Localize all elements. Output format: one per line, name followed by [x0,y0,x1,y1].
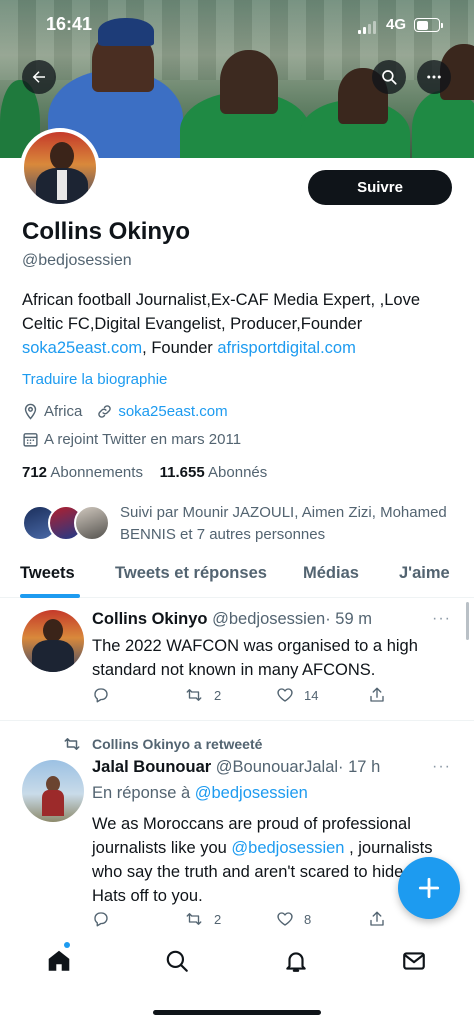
heart-icon [277,912,293,926]
tweet[interactable]: Collins Okinyo @bedjosessien· 59 m ··· T… [0,598,474,720]
retweet-button[interactable]: 2 [184,910,221,928]
tweet-author[interactable]: Collins Okinyo [92,610,208,628]
ellipsis-icon [427,75,441,79]
profile-location: Africa [44,403,83,420]
reply-prefix: En réponse à [92,784,195,802]
reply-button[interactable] [92,686,120,704]
search-icon [166,950,188,972]
followers-link[interactable]: 11.655 Abonnés [160,464,268,481]
status-bar: 16:41 4G [0,14,474,40]
share-icon [370,911,384,926]
search-button[interactable] [372,60,406,94]
nav-home[interactable] [44,946,74,976]
bio-text: , Founder [142,339,218,357]
retweet-count: 2 [214,687,222,703]
following-label: Abonnements [50,464,143,481]
retweet-icon [186,913,202,925]
reply-button[interactable] [92,910,120,928]
profile-meta-row: Africa soka25east.com [22,403,228,420]
profile-website[interactable]: soka25east.com [118,403,227,420]
followed-by-text: Suivi par Mounir JAZOULI, Aimen Zizi, Mo… [120,504,447,543]
mail-icon [403,952,425,970]
tweet-header: Jalal Bounouar @BounouarJalal· 17 h [92,758,380,777]
network-type: 4G [386,16,407,33]
home-icon [48,950,70,971]
tweet-actions: 2 8 [92,910,392,932]
profile-avatar[interactable] [20,128,100,208]
banner-person [412,90,474,158]
tweet-mention[interactable]: @bedjosessien [231,839,344,857]
profile-handle: @bedjosessien [22,252,132,269]
notification-dot [64,942,70,948]
link-icon [98,405,112,418]
share-icon [370,687,384,702]
home-indicator [153,1010,321,1015]
profile-meta-row: A rejoint Twitter en mars 2011 [22,431,241,448]
tweet-time: · 17 h [338,758,381,776]
calendar-icon [23,433,38,447]
follow-counts: 712 Abonnements 11.655 Abonnés [22,464,267,481]
reply-to-mention[interactable]: @bedjosessien [195,784,308,802]
tab-media[interactable]: Médias [303,564,359,583]
heart-icon [277,688,293,702]
plus-icon [418,877,440,899]
location-icon [24,403,37,420]
reply-icon [94,688,108,703]
share-button[interactable] [368,686,386,704]
retweet-icon [186,689,202,701]
follow-button[interactable]: Suivre [308,170,452,205]
share-button[interactable] [368,910,386,928]
tweet-time: · 59 m [325,610,372,628]
tweet-header: Collins Okinyo @bedjosessien· 59 m [92,610,372,629]
tweet-more-button[interactable]: ··· [432,758,451,776]
tab-tweets-replies[interactable]: Tweets et réponses [115,564,267,583]
tweet-avatar[interactable] [22,760,84,822]
tweet-author[interactable]: Jalal Bounouar [92,758,211,776]
profile-tabs: Tweets Tweets et réponses Médias J'aime [0,556,474,598]
tweet-avatar[interactable] [22,610,84,672]
profile-bio: African football Journalist,Ex-CAF Media… [22,288,452,360]
reply-context: En réponse à @bedjosessien [92,784,308,803]
tweet-handle: @BounouarJalal [215,758,339,776]
bio-text: African football Journalist,Ex-CAF Media… [22,291,421,333]
battery-icon [414,18,443,32]
followers-count: 11.655 [159,464,205,481]
banner-person-head [220,50,278,114]
bio-link[interactable]: afrisportdigital.com [217,339,355,357]
status-time: 16:41 [46,14,93,34]
tweet-text: The 2022 WAFCON was organised to a high … [92,637,418,679]
like-button[interactable]: 14 [276,686,318,704]
tab-tweets[interactable]: Tweets [20,564,75,583]
nav-notifications[interactable] [281,946,311,976]
followers-label: Abonnés [208,464,268,481]
retweet-button[interactable]: 2 [184,686,221,704]
battery-level [416,20,428,30]
bell-icon [286,952,306,972]
tweet-more-button[interactable]: ··· [432,610,451,628]
following-link[interactable]: 712 Abonnements [22,464,143,481]
back-button[interactable] [22,60,56,94]
like-button[interactable]: 8 [276,910,311,928]
compose-tweet-button[interactable] [398,857,460,919]
nav-messages[interactable] [399,946,429,976]
bio-link[interactable]: soka25east.com [22,339,142,357]
nav-search[interactable] [162,946,192,976]
profile-joined: A rejoint Twitter en mars 2011 [44,431,242,448]
retweet-count: 2 [214,911,222,927]
following-count: 712 [22,464,48,481]
follower-avatar [74,505,110,541]
tab-likes[interactable]: J'aime [399,564,450,583]
tweet-actions: 2 14 [92,686,392,708]
profile-name: Collins Okinyo [22,218,191,245]
search-icon [382,70,397,85]
signal-icon [358,20,378,34]
translate-bio-link[interactable]: Traduire la biographie [22,371,167,388]
like-count: 8 [304,911,312,927]
arrow-left-icon [32,71,45,83]
more-button[interactable] [417,60,451,94]
reply-icon [94,912,108,927]
tweet-handle: @bedjosessien [212,610,326,628]
like-count: 14 [304,687,319,703]
